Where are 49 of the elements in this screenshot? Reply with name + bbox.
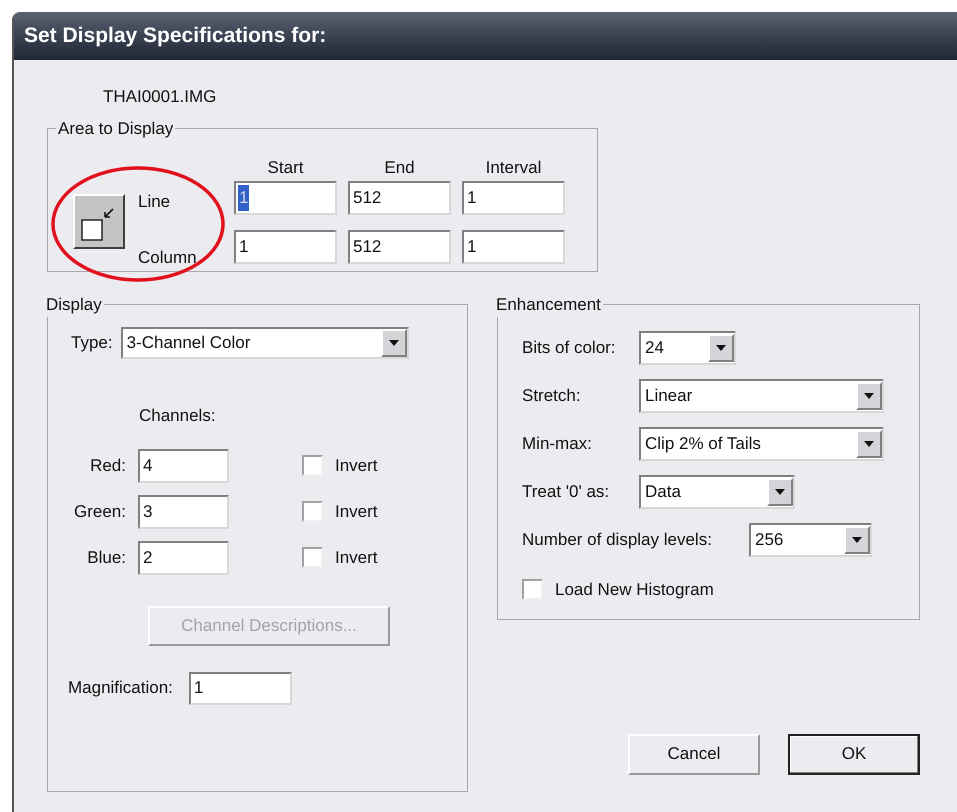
checkbox-label: Invert [335, 454, 378, 477]
type-dropdown[interactable]: 3-Channel Color [120, 327, 409, 359]
channel-label: Red: [89, 454, 126, 477]
setting-dropdown[interactable]: 256 [749, 523, 872, 557]
input-field[interactable]: 1 [462, 230, 565, 264]
column-header: Start [268, 157, 304, 179]
type-label: Type: [71, 332, 113, 354]
magnification-field[interactable]: 1 [188, 672, 292, 704]
magnification-label: Magnification: [68, 677, 173, 700]
checkbox-label: Load New Histogram [555, 579, 714, 601]
dialog-button[interactable]: OK [788, 734, 920, 774]
channel-field[interactable]: 2 [138, 540, 229, 574]
channel-label: Blue: [86, 546, 126, 569]
setting-label: Number of display levels: [522, 529, 713, 552]
dialog-button[interactable]: Cancel [628, 734, 760, 774]
column-label: Column [138, 247, 197, 269]
checkbox[interactable] [522, 579, 543, 600]
setting-label: Min-max: [522, 433, 593, 456]
input-field[interactable]: 1 [234, 181, 337, 215]
input-field[interactable]: 1 [234, 230, 337, 264]
input-field[interactable]: 512 [348, 230, 451, 264]
setting-dropdown[interactable]: 24 [639, 331, 736, 365]
setting-label: Treat '0' as: [522, 481, 610, 504]
channel-label: Green: [73, 500, 126, 523]
channels-heading: Channels: [139, 405, 216, 427]
group-title: Area to Display [57, 118, 174, 140]
checkbox-label: Invert [335, 546, 378, 569]
line-label: Line [138, 191, 170, 213]
checkbox-label: Invert [335, 500, 378, 523]
group-title: Enhancement [495, 294, 602, 316]
checkbox[interactable] [302, 547, 323, 568]
setting-label: Bits of color: [522, 337, 617, 360]
setting-dropdown[interactable]: Linear [639, 379, 884, 413]
window-title: Set Display Specifications for: [24, 23, 326, 50]
checkbox[interactable] [302, 501, 323, 522]
channel-field[interactable]: 4 [138, 448, 229, 482]
checkbox[interactable] [302, 455, 323, 476]
square-arrow-icon [81, 207, 115, 241]
group-title: Display [45, 294, 103, 316]
area-select-button[interactable] [73, 194, 125, 249]
setting-label: Stretch: [522, 385, 582, 408]
channel-field[interactable]: 3 [138, 494, 229, 528]
input-field[interactable]: 1 [462, 181, 565, 215]
column-header: End [384, 157, 415, 179]
column-header: Interval [486, 157, 542, 179]
setting-dropdown[interactable]: Clip 2% of Tails [639, 427, 884, 461]
setting-dropdown[interactable]: Data [639, 475, 795, 509]
file-name: THAI0001.IMG [103, 86, 216, 108]
input-field[interactable]: 512 [348, 181, 451, 215]
